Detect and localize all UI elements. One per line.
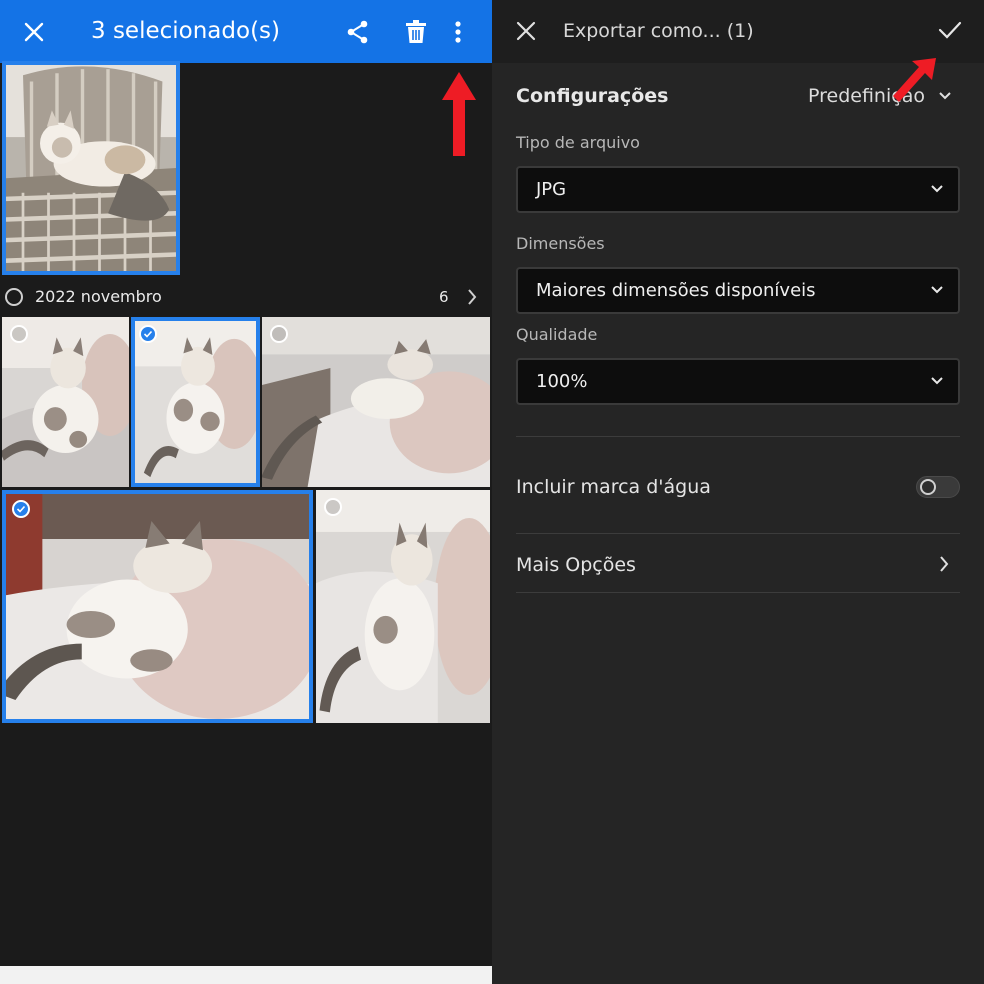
chevron-right-icon[interactable]: [466, 287, 478, 307]
close-icon[interactable]: [516, 21, 536, 41]
cat-on-chair-image: [6, 65, 176, 271]
photo-thumbnail[interactable]: [2, 317, 129, 487]
group-date-label: 2022 novembro: [35, 287, 162, 306]
preset-dropdown[interactable]: Predefinição: [808, 80, 925, 112]
cat-on-bed-image: [262, 317, 490, 487]
file-type-select[interactable]: JPG: [516, 166, 960, 213]
chevron-down-icon: [931, 185, 943, 193]
chevron-down-icon: [931, 286, 943, 294]
selection-count-title: 3 selecionado(s): [91, 18, 280, 44]
photo-select-checkbox[interactable]: [270, 325, 288, 343]
divider: [516, 592, 960, 593]
more-options-button[interactable]: [448, 0, 468, 63]
chevron-down-icon[interactable]: [938, 90, 952, 102]
quality-label: Qualidade: [516, 325, 598, 344]
export-settings-panel: Exportar como... (1) Configurações Prede…: [492, 0, 984, 984]
photo-select-checkbox[interactable]: [10, 325, 28, 343]
share-button[interactable]: [344, 0, 372, 63]
file-type-value: JPG: [536, 179, 567, 200]
close-selection-button[interactable]: [18, 0, 50, 63]
group-photo-count: 6: [439, 288, 449, 306]
photo-select-checkbox[interactable]: [324, 498, 342, 516]
checkmark-icon[interactable]: [938, 20, 962, 40]
photo-grid-panel: 3 selecionado(s) 2022 novembro 6: [0, 0, 492, 984]
dimensions-label: Dimensões: [516, 234, 605, 253]
cat-on-bed-image: [6, 494, 309, 719]
quality-value: 100%: [536, 371, 588, 392]
checkmark-icon: [143, 330, 153, 338]
photo-thumbnail[interactable]: [316, 490, 490, 723]
photo-thumbnail-selected[interactable]: [2, 490, 313, 723]
file-type-label: Tipo de arquivo: [516, 133, 640, 152]
photo-select-checkbox-checked[interactable]: [12, 500, 30, 518]
photo-thumbnail-selected[interactable]: [2, 61, 180, 275]
settings-label: Configurações: [516, 85, 669, 107]
toggle-knob: [920, 479, 936, 495]
chevron-down-icon: [931, 377, 943, 385]
watermark-toggle[interactable]: [916, 476, 960, 498]
cat-on-bed-image: [316, 490, 490, 723]
more-vertical-icon: [455, 20, 461, 43]
date-group-header[interactable]: 2022 novembro 6: [0, 278, 492, 316]
divider: [516, 436, 960, 437]
cat-on-bed-image: [135, 321, 256, 483]
checkmark-icon: [16, 505, 26, 513]
chevron-right-icon[interactable]: [938, 555, 950, 573]
export-header: Exportar como... (1): [492, 0, 984, 63]
share-icon: [347, 20, 368, 43]
trash-icon: [406, 19, 426, 43]
navigation-bar-strip: [0, 966, 492, 984]
photo-thumbnail-selected[interactable]: [131, 317, 260, 487]
delete-button[interactable]: [402, 0, 430, 63]
selection-toolbar: 3 selecionado(s): [0, 0, 492, 63]
photo-select-checkbox-checked[interactable]: [139, 325, 157, 343]
export-title: Exportar como... (1): [563, 20, 754, 42]
dimensions-select[interactable]: Maiores dimensões disponíveis: [516, 267, 960, 314]
divider: [516, 533, 960, 534]
dimensions-value: Maiores dimensões disponíveis: [536, 280, 816, 301]
quality-select[interactable]: 100%: [516, 358, 960, 405]
annotation-arrow-up-icon: [442, 72, 476, 156]
watermark-label: Incluir marca d'água: [516, 476, 711, 498]
more-options-item[interactable]: Mais Opções: [516, 548, 636, 582]
select-group-radio[interactable]: [5, 288, 23, 306]
close-icon: [24, 22, 44, 41]
photo-thumbnail[interactable]: [262, 317, 490, 487]
